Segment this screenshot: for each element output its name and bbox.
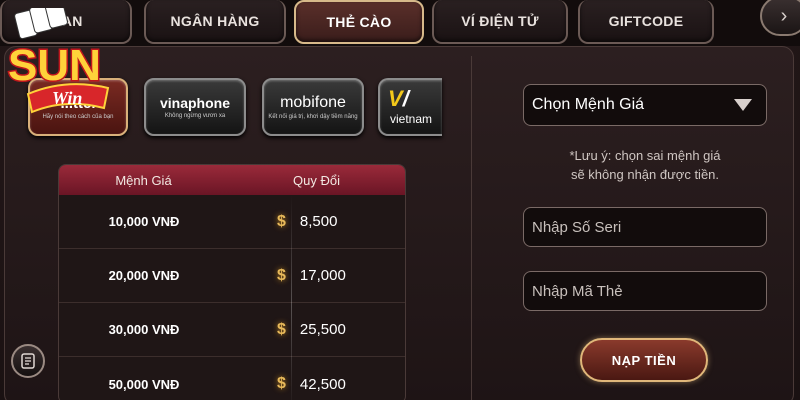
- denomination-select[interactable]: Chọn Mệnh Giá: [523, 84, 767, 126]
- topup-screen: ...AN NGÂN HÀNG THẺ CÀO VÍ ĐIỆN TỬ GIFTC…: [0, 0, 800, 400]
- provider-vinaphone[interactable]: vinaphone Không ngừng vươn xa: [144, 78, 246, 136]
- topup-button[interactable]: NẠP TIỀN: [580, 338, 708, 382]
- svg-text:SUN: SUN: [8, 41, 101, 90]
- coin-icon: $: [277, 320, 286, 338]
- table-row: 50,000 VNĐ $42,500: [108, 375, 346, 393]
- chevron-right-icon: ›: [780, 4, 788, 27]
- tab-giftcode[interactable]: GIFTCODE: [578, 0, 714, 44]
- warning-note: *Lưu ý: chọn sai mệnh giá sẽ không nhận …: [569, 148, 721, 182]
- header-exchange: Quy Đổi: [293, 172, 340, 188]
- sunwin-logo: SUN Win: [0, 0, 132, 128]
- rate-table-header: Mệnh Giá Quy Đổi: [59, 165, 405, 195]
- vietnamobile-logo-icon: V/: [388, 86, 409, 111]
- tab-bank[interactable]: NGÂN HÀNG: [144, 0, 286, 44]
- triangle-down-icon: [734, 99, 752, 111]
- sunwin-logo-icon: SUN Win: [7, 0, 110, 114]
- svg-text:Win: Win: [52, 88, 82, 108]
- header-face-value: Mệnh Giá: [115, 172, 172, 188]
- document-icon: [21, 353, 35, 369]
- table-row: 10,000 VNĐ $8,500: [59, 195, 405, 249]
- table-row: 20,000 VNĐ $17,000: [59, 249, 405, 303]
- table-row: 30,000 VNĐ $25,500: [59, 303, 405, 357]
- tab-scratch-card[interactable]: THẺ CÀO: [294, 0, 424, 44]
- serial-input[interactable]: [523, 207, 767, 247]
- close-button[interactable]: ›: [760, 0, 800, 36]
- tab-e-wallet[interactable]: VÍ ĐIỆN TỬ: [432, 0, 568, 44]
- coin-icon: $: [277, 266, 286, 284]
- provider-mobifone[interactable]: mobifone Kết nối giá trị, khơi dậy tiềm …: [262, 78, 364, 136]
- history-button[interactable]: [11, 344, 45, 378]
- panel-divider: [471, 56, 472, 400]
- column-divider: [291, 195, 292, 400]
- card-code-input[interactable]: [523, 271, 767, 311]
- rate-table: Mệnh Giá Quy Đổi 10,000 VNĐ $8,500 20,00…: [58, 164, 406, 400]
- coin-icon: $: [277, 212, 286, 230]
- coin-icon: $: [277, 375, 286, 392]
- provider-vietnamobile[interactable]: V/ vietnam: [378, 78, 442, 136]
